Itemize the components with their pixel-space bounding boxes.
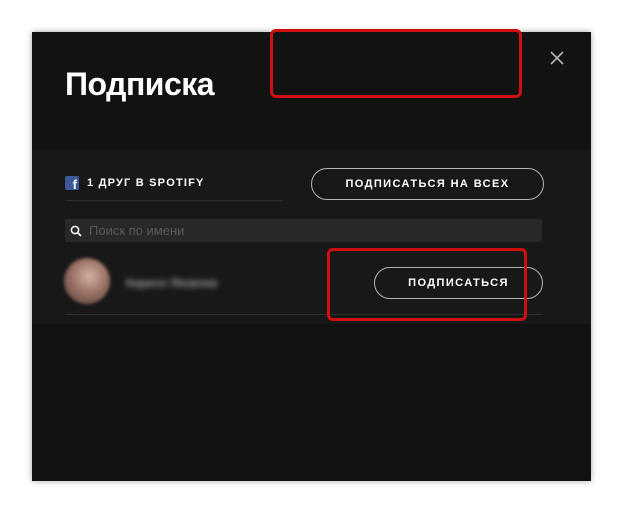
facebook-icon: f xyxy=(65,176,79,190)
dialog-title: Подписка xyxy=(65,66,215,102)
close-button[interactable] xyxy=(547,48,567,68)
highlight-frame-follow xyxy=(327,248,527,321)
friends-count-label: 1 ДРУГ В SPOTIFY xyxy=(87,177,205,189)
close-icon xyxy=(550,51,564,65)
search-field[interactable] xyxy=(65,219,542,242)
highlight-frame-follow-all xyxy=(270,29,522,98)
avatar xyxy=(64,258,110,304)
facebook-letter: f xyxy=(72,177,77,191)
follow-all-button[interactable]: ПОДПИСАТЬСЯ НА ВСЕХ xyxy=(311,168,544,200)
search-icon xyxy=(70,225,82,237)
divider xyxy=(65,200,283,201)
search-input[interactable] xyxy=(89,223,529,238)
friends-count-row: f 1 ДРУГ В SPOTIFY xyxy=(65,173,205,193)
friend-name[interactable]: Кирилл Яковлев xyxy=(126,276,217,290)
